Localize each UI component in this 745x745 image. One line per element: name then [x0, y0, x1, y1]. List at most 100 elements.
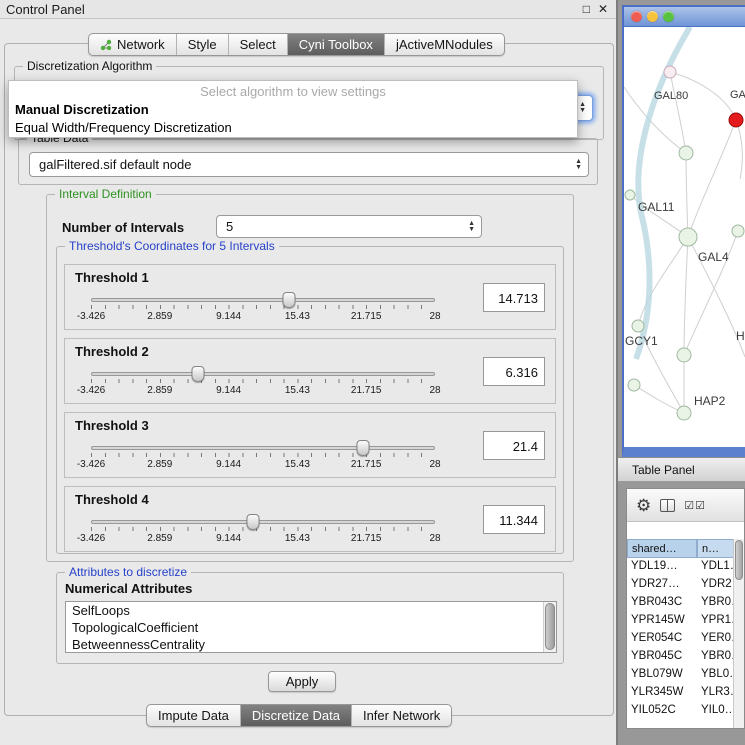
table-cell[interactable]: YBL079W — [627, 666, 697, 684]
table-cell[interactable]: YDL1… — [697, 558, 735, 576]
network-node[interactable] — [628, 379, 640, 391]
list-item[interactable]: TopologicalCoefficient — [66, 619, 556, 636]
network-node[interactable] — [632, 320, 644, 332]
threshold-1-slider[interactable]: -3.426 2.859 9.144 15.43 21.715 28 — [91, 291, 435, 327]
zoom-traffic-light-icon[interactable] — [663, 11, 674, 22]
network-node[interactable] — [679, 146, 693, 160]
tab-style[interactable]: Style — [177, 34, 229, 55]
slider-track[interactable] — [91, 520, 435, 524]
table-cell[interactable]: YER0… — [697, 630, 735, 648]
threshold-3-panel: Threshold 3 -3.426 2.859 9.144 15.43 21.… — [64, 412, 556, 478]
threshold-3-slider-thumb[interactable] — [356, 440, 369, 456]
tab-jactivemnodules[interactable]: jActiveMNodules — [385, 34, 504, 55]
threshold-4-value-field[interactable]: 11.344 — [483, 505, 545, 534]
control-panel-titlebar[interactable]: Control Panel □ ✕ — [0, 0, 616, 19]
top-tab-bar: Network Style Select Cyni Toolbox jActiv… — [88, 33, 505, 56]
tick-label: -3.426 — [77, 311, 105, 322]
table-cell[interactable]: YLR345W — [627, 684, 697, 702]
threshold-4-slider-thumb[interactable] — [246, 514, 259, 530]
slider-track[interactable] — [91, 372, 435, 376]
threshold-3-slider[interactable]: -3.426 2.859 9.144 15.43 21.715 28 — [91, 439, 435, 475]
network-node[interactable] — [679, 228, 697, 246]
close-traffic-light-icon[interactable] — [631, 11, 642, 22]
threshold-1-value-field[interactable]: 14.713 — [483, 283, 545, 312]
network-graph: GAL80 GA GAL11 GAL4 GCY1 HAP2 H — [624, 27, 745, 447]
table-cell[interactable]: YLR3… — [697, 684, 735, 702]
discretization-algorithm-group-title: Discretization Algorithm — [23, 59, 156, 73]
tab-infer-network[interactable]: Infer Network — [352, 705, 451, 726]
table-cell[interactable]: YIL052C — [627, 702, 697, 720]
threshold-4-slider[interactable]: -3.426 2.859 9.144 15.43 21.715 28 — [91, 513, 435, 549]
list-item[interactable]: SelfLoops — [66, 602, 556, 619]
network-node[interactable] — [664, 66, 676, 78]
tab-discretize-data[interactable]: Discretize Data — [241, 705, 352, 726]
close-window-icon[interactable]: ✕ — [598, 2, 608, 16]
tick-label: 15.43 — [285, 459, 310, 470]
threshold-4-panel: Threshold 4 -3.426 2.859 9.144 15.43 21.… — [64, 486, 556, 552]
network-canvas[interactable]: GAL80 GA GAL11 GAL4 GCY1 HAP2 H — [624, 27, 745, 447]
tab-cyni-toolbox[interactable]: Cyni Toolbox — [288, 34, 385, 55]
gear-icon[interactable]: ⚙ — [636, 497, 651, 514]
tick-label: 2.859 — [147, 533, 172, 544]
apply-button[interactable]: Apply — [268, 671, 336, 692]
network-node[interactable] — [625, 190, 635, 200]
scrollbar-thumb[interactable] — [735, 540, 743, 580]
slider-track[interactable] — [91, 446, 435, 450]
network-node[interactable] — [677, 406, 691, 420]
table-data-select[interactable]: galFiltered.sif default node ▲▼ — [29, 152, 589, 177]
table-panel-titlebar[interactable]: Table Panel — [618, 457, 745, 482]
algorithm-option-equal-width[interactable]: Equal Width/Frequency Discretization — [9, 119, 577, 137]
threshold-1-slider-thumb[interactable] — [283, 292, 296, 308]
table-cell[interactable]: YPR145W — [627, 612, 697, 630]
combo-arrows-icon: ▲▼ — [575, 159, 582, 171]
table-cell[interactable]: YDL19… — [627, 558, 697, 576]
number-of-intervals-select[interactable]: 5 ▲▼ — [216, 215, 482, 238]
tick-label: 28 — [429, 459, 440, 470]
algorithm-placeholder-item[interactable]: Select algorithm to view settings — [9, 81, 577, 101]
table-scrollbar[interactable] — [733, 539, 744, 728]
thresholds-group-title: Threshold's Coordinates for 5 Intervals — [65, 239, 279, 253]
threshold-1-panel: Threshold 1 -3.426 2.859 9.144 15.43 21.… — [64, 264, 556, 330]
node-label: GAL80 — [654, 90, 688, 102]
table-cell[interactable]: YBR045C — [627, 648, 697, 666]
list-item[interactable]: BetweennessCentrality — [66, 636, 556, 653]
table-cell[interactable]: YER054C — [627, 630, 697, 648]
tab-network[interactable]: Network — [89, 34, 177, 55]
column-header-shared-name[interactable]: shared… — [627, 539, 697, 558]
float-window-icon[interactable]: □ — [583, 2, 590, 16]
node-label: HAP2 — [694, 394, 726, 408]
threshold-2-value-field[interactable]: 6.316 — [483, 357, 545, 386]
scrollbar-thumb[interactable] — [545, 603, 555, 650]
tab-select[interactable]: Select — [229, 34, 288, 55]
tick-label: 21.715 — [351, 459, 382, 470]
network-node[interactable] — [732, 225, 744, 237]
table-cell[interactable]: YBR043C — [627, 594, 697, 612]
algorithm-option-manual[interactable]: Manual Discretization — [9, 101, 577, 119]
slider-track[interactable] — [91, 298, 435, 302]
threshold-3-value-field[interactable]: 21.4 — [483, 431, 545, 460]
table-cell[interactable]: YBR0… — [697, 594, 735, 612]
node-label: GCY1 — [625, 334, 658, 348]
columns-icon[interactable] — [660, 499, 675, 512]
list-scrollbar[interactable] — [543, 602, 556, 652]
tick-label: 28 — [429, 533, 440, 544]
threshold-2-slider-thumb[interactable] — [191, 366, 204, 382]
table-cell[interactable]: YPR1… — [697, 612, 735, 630]
combo-arrows-icon: ▲▼ — [579, 102, 586, 114]
table-cell[interactable]: YDR27… — [627, 576, 697, 594]
selected-network-node[interactable] — [729, 113, 743, 127]
threshold-2-slider[interactable]: -3.426 2.859 9.144 15.43 21.715 28 — [91, 365, 435, 401]
table-cell[interactable]: YDR2… — [697, 576, 735, 594]
network-window-titlebar[interactable] — [624, 7, 745, 27]
table-cell[interactable]: YBL0… — [697, 666, 735, 684]
select-columns-checks-icon[interactable]: ☑☑ — [684, 499, 706, 512]
tick-label: 15.43 — [285, 533, 310, 544]
table-data-selected-value: galFiltered.sif default node — [39, 157, 191, 172]
minimize-traffic-light-icon[interactable] — [647, 11, 658, 22]
table-cell[interactable]: YBR0… — [697, 648, 735, 666]
attributes-group-title: Attributes to discretize — [65, 565, 191, 579]
tab-impute-data[interactable]: Impute Data — [147, 705, 241, 726]
network-node[interactable] — [677, 348, 691, 362]
table-cell[interactable]: YIL0… — [697, 702, 735, 720]
combo-arrows-icon: ▲▼ — [468, 221, 475, 233]
